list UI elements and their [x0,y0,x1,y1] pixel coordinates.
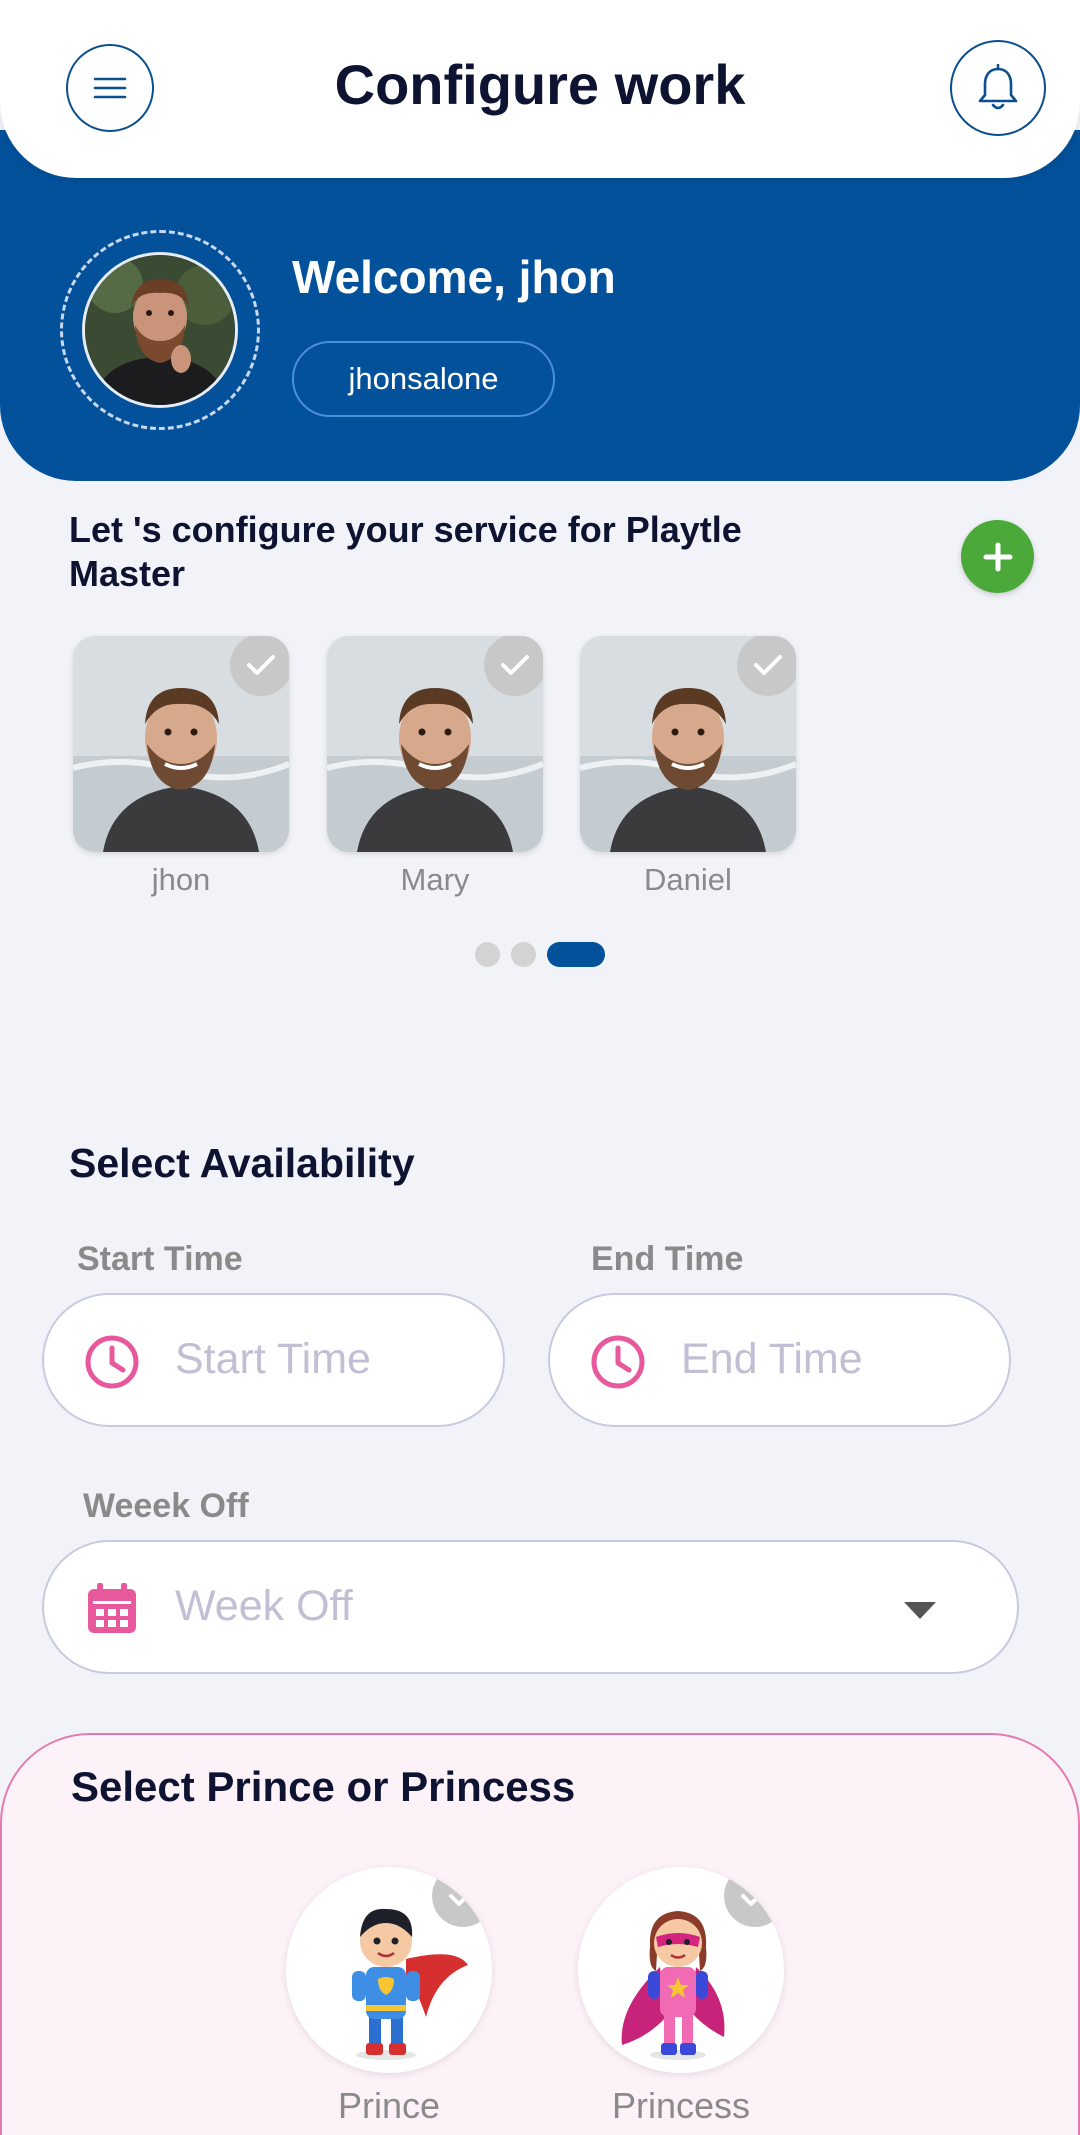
princess-option[interactable] [578,1867,784,2073]
pagination-dot-active[interactable] [547,942,605,967]
person-card-jhon[interactable] [73,636,289,852]
end-time-placeholder: End Time [681,1335,863,1383]
user-avatar[interactable] [82,252,238,408]
calendar-icon [88,1583,136,1633]
username-badge[interactable]: jhonsalone [292,341,555,417]
start-time-input[interactable]: Start Time [42,1293,505,1427]
start-time-placeholder: Start Time [175,1335,371,1383]
prince-princess-title: Select Prince or Princess [71,1763,576,1810]
start-time-label: Start Time [77,1240,243,1278]
configure-section-title: Let 's configure your service for Playtl… [69,509,742,594]
end-time-label: End Time [591,1240,744,1278]
configure-work-screen: Configure work Welcome, jhon jhonsalone … [0,0,1080,2135]
selected-check-icon [724,1867,784,1927]
pagination-dot[interactable] [475,942,500,967]
selected-check-icon [484,636,543,696]
chevron-down-icon [904,1602,936,1619]
person-name-mary: Mary [400,862,470,897]
person-card-mary[interactable] [327,636,543,852]
prince-option[interactable] [286,1867,492,2073]
notifications-button[interactable] [950,40,1046,136]
person-name-daniel: Daniel [644,862,732,897]
add-person-button[interactable] [961,520,1034,593]
person-name-jhon: jhon [151,862,211,897]
princess-label: Princess [611,2085,751,2126]
pagination-dot[interactable] [511,942,536,967]
person-card-daniel[interactable] [580,636,796,852]
week-off-placeholder: Week Off [175,1582,353,1630]
welcome-greeting: Welcome, jhon [292,251,616,303]
top-app-bar: Configure work [0,0,1080,178]
selected-check-icon [737,636,796,696]
prince-label: Prince [337,2085,441,2126]
clock-icon [85,1335,139,1389]
page-title: Configure work [334,53,746,116]
week-off-dropdown[interactable]: Week Off [42,1540,1019,1674]
clock-icon [591,1335,645,1389]
bell-icon [978,64,1018,110]
plus-icon [983,542,1012,571]
selected-check-icon [230,636,289,696]
week-off-label: Weeek Off [83,1487,249,1525]
availability-title: Select Availability [69,1140,415,1186]
selected-check-icon [432,1867,492,1927]
end-time-input[interactable]: End Time [548,1293,1011,1427]
